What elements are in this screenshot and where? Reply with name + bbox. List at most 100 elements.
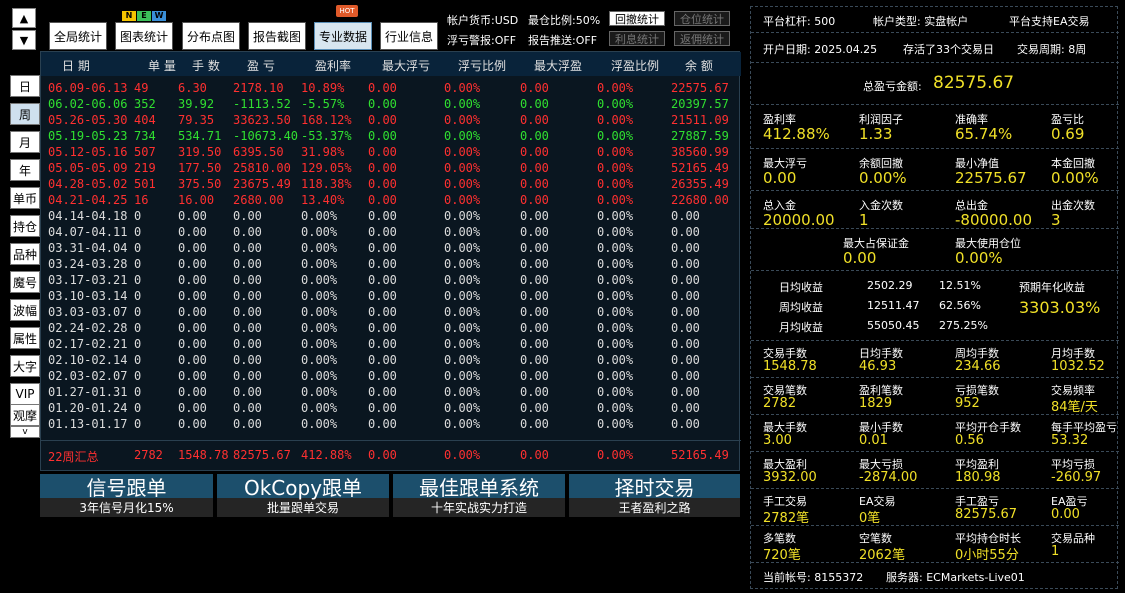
- nav-item-vip[interactable]: VIP: [10, 383, 40, 405]
- cell-date: 03.31-04.04: [48, 241, 128, 255]
- column-header-date[interactable]: 日 期: [62, 57, 90, 74]
- nav-item-observe[interactable]: 观摩: [10, 404, 40, 426]
- chart-stats-button[interactable]: 图表统计: [115, 22, 173, 50]
- nav-down-button[interactable]: ▼: [12, 30, 36, 50]
- nav-item-attributes[interactable]: 属性: [10, 327, 40, 349]
- table-row[interactable]: 03.03-03.07 0 0.00 0.00 0.00% 0.00 0.00% 0.00 0.…: [41, 305, 741, 321]
- table-row[interactable]: 02.24-02.28 0 0.00 0.00 0.00% 0.00 0.00% 0.00 0.…: [41, 321, 741, 337]
- promo-best-copy-system[interactable]: 最佳跟单系统 十年实战实力打造: [393, 474, 565, 517]
- nav-more-button[interactable]: v: [10, 426, 40, 438]
- table-row[interactable]: 04.07-04.11 0 0.00 0.00 0.00% 0.00 0.00% 0.00 0.…: [41, 225, 741, 241]
- summary-max-drawdown: 0.00: [368, 448, 397, 462]
- distribution-button[interactable]: 分布点图: [182, 22, 240, 50]
- cell-max-float-profit: 0.00: [520, 209, 549, 223]
- nav-item-week[interactable]: 周: [10, 103, 40, 125]
- cell-max-drawdown: 0.00: [368, 161, 397, 175]
- cell-balance: 22680.00: [671, 193, 729, 207]
- nav-item-holdings[interactable]: 持仓: [10, 215, 40, 237]
- cell-max-drawdown: 0.00: [368, 417, 397, 431]
- weekly-stats-table: 日 期 单 量手 数 盈 亏 盈利率 最大浮亏 浮亏比例 最大浮盈 浮盈比例 余 额 06.09…: [40, 51, 741, 471]
- cell-max-float-profit: 0.00: [520, 81, 549, 95]
- table-row[interactable]: 05.12-05.16 507 319.50 6395.50 31.98% 0.00 0.0…: [41, 145, 741, 161]
- rebate-stats-button[interactable]: 返佣统计: [674, 31, 730, 46]
- table-row[interactable]: 01.20-01.24 0 0.00 0.00 0.00% 0.00 0.00% 0.00 0.…: [41, 401, 741, 417]
- table-row[interactable]: 04.21-04.25 16 16.00 2680.00 13.40% 0.00 0.00%…: [41, 193, 741, 209]
- table-row[interactable]: 03.17-03.21 0 0.00 0.00 0.00% 0.00 0.00% 0.00 0.…: [41, 273, 741, 289]
- stat-value: -80000.00: [955, 211, 1032, 229]
- cell-date: 05.26-05.30: [48, 113, 128, 127]
- nav-item-day[interactable]: 日: [10, 75, 40, 97]
- cell-float-profit-ratio: 0.00%: [597, 305, 634, 319]
- column-header-float-profit-ratio[interactable]: 浮盈比例: [611, 57, 659, 74]
- position-stats-button[interactable]: 仓位统计: [674, 11, 730, 26]
- global-stats-button[interactable]: 全局统计: [49, 22, 107, 50]
- promo-timing-trade[interactable]: 择时交易 王者盈利之路: [569, 474, 740, 517]
- drawdown-stats-button[interactable]: 回撤统计: [609, 11, 665, 26]
- cell-balance: 0.00: [671, 257, 700, 271]
- nav-item-year[interactable]: 年: [10, 159, 40, 181]
- interest-stats-button[interactable]: 利息统计: [609, 31, 665, 46]
- cell-max-float-profit: 0.00: [520, 385, 549, 399]
- table-row[interactable]: 04.28-05.02 501 375.50 23675.49 118.38% 0.00 0…: [41, 177, 741, 193]
- stat-value: 0小时55分: [955, 548, 1019, 563]
- cell-lots: 0.00: [178, 225, 207, 239]
- cell-drawdown-ratio: 0.00%: [444, 289, 481, 303]
- column-header-drawdown-ratio[interactable]: 浮亏比例: [458, 57, 506, 74]
- cell-float-profit-ratio: 0.00%: [597, 113, 634, 127]
- alive-days-label: 存活了33个交易日: [903, 43, 994, 56]
- column-header-profit-rate[interactable]: 盈利率: [315, 57, 351, 74]
- column-header-max-drawdown[interactable]: 最大浮亏: [382, 57, 430, 74]
- table-row[interactable]: 02.17-02.21 0 0.00 0.00 0.00% 0.00 0.00% 0.00 0.…: [41, 337, 741, 353]
- cell-drawdown-ratio: 0.00%: [444, 225, 481, 239]
- cell-orders: 0: [134, 417, 142, 431]
- cell-orders: 0: [134, 273, 142, 287]
- cell-drawdown-ratio: 0.00%: [444, 177, 481, 191]
- cell-lots: 0.00: [178, 321, 207, 335]
- table-row[interactable]: 01.27-01.31 0 0.00 0.00 0.00% 0.00 0.00% 0.00 0.…: [41, 385, 741, 401]
- column-header-profit-loss[interactable]: 盈 亏: [247, 57, 275, 74]
- cell-profit-loss: 6395.50: [233, 145, 284, 159]
- promo-title: OkCopy跟单: [217, 474, 389, 500]
- nav-up-button[interactable]: ▲: [12, 8, 36, 28]
- table-row[interactable]: 02.10-02.14 0 0.00 0.00 0.00% 0.00 0.00% 0.00 0.…: [41, 353, 741, 369]
- stat-value: 1032.52: [1051, 359, 1105, 374]
- table-row[interactable]: 05.19-05.23 734 534.71 -10673.40 -53.37% 0.00…: [41, 129, 741, 145]
- cell-max-float-profit: 0.00: [520, 257, 549, 271]
- nav-item-large-font[interactable]: 大字: [10, 355, 40, 377]
- nav-item-month[interactable]: 月: [10, 131, 40, 153]
- column-header-orders[interactable]: 单 量: [148, 57, 176, 74]
- report-screenshot-button[interactable]: 报告截图: [248, 22, 306, 50]
- income-label: 月均收益: [779, 321, 823, 334]
- column-header-max-float-profit[interactable]: 最大浮盈: [534, 57, 582, 74]
- table-row[interactable]: 03.24-03.28 0 0.00 0.00 0.00% 0.00 0.00% 0.00 0.…: [41, 257, 741, 273]
- promo-signal-copy[interactable]: 信号跟单 3年信号月化15%: [40, 474, 213, 517]
- cell-max-drawdown: 0.00: [368, 81, 397, 95]
- nav-item-magic[interactable]: 魔号: [10, 271, 40, 293]
- cell-profit-rate: 0.00%: [301, 321, 338, 335]
- table-row[interactable]: 02.03-02.07 0 0.00 0.00 0.00% 0.00 0.00% 0.00 0.…: [41, 369, 741, 385]
- column-header-balance[interactable]: 余 额: [685, 57, 713, 74]
- nav-item-volatility[interactable]: 波幅: [10, 299, 40, 321]
- nav-item-single-currency[interactable]: 单币: [10, 187, 40, 209]
- table-row[interactable]: 01.13-01.17 0 0.00 0.00 0.00% 0.00 0.00% 0.00 0.…: [41, 417, 741, 433]
- table-row[interactable]: 04.14-04.18 0 0.00 0.00 0.00% 0.00 0.00% 0.00 0.…: [41, 209, 741, 225]
- cell-drawdown-ratio: 0.00%: [444, 161, 481, 175]
- table-row[interactable]: 06.02-06.06 352 39.92 -1113.52 -5.57% 0.00 0.0…: [41, 97, 741, 113]
- pro-data-button[interactable]: 专业数据: [314, 22, 372, 50]
- column-header-lots[interactable]: 手 数: [192, 57, 220, 74]
- table-row[interactable]: 05.26-05.30 404 79.35 33623.50 168.12% 0.00 0.…: [41, 113, 741, 129]
- table-row[interactable]: 05.05-05.09 219 177.50 25810.00 129.05% 0.00 0…: [41, 161, 741, 177]
- table-row[interactable]: 03.31-04.04 0 0.00 0.00 0.00% 0.00 0.00% 0.00 0.…: [41, 241, 741, 257]
- cell-orders: 0: [134, 401, 142, 415]
- stats-group: 最大浮亏 0.00 余额回撤 0.00% 最小净值 22575.67 本金回撤 0.00%: [751, 149, 1119, 191]
- stat-value: 0.00%: [859, 169, 907, 187]
- industry-info-button[interactable]: 行业信息: [380, 22, 438, 50]
- cell-lots: 0.00: [178, 209, 207, 223]
- table-row[interactable]: 03.10-03.14 0 0.00 0.00 0.00% 0.00 0.00% 0.00 0.…: [41, 289, 741, 305]
- stats-group: 最大手数 3.00 最小手数 0.01 平均开仓手数 0.56 每手平均盈亏 53.32: [751, 415, 1119, 452]
- promo-okcopy[interactable]: OkCopy跟单 批量跟单交易: [217, 474, 389, 517]
- nav-item-symbols[interactable]: 品种: [10, 243, 40, 265]
- stat-value: 3.00: [763, 433, 792, 448]
- summary-row: 22周汇总 2782 1548.78 82575.67 412.88% 0.00 0.00%…: [41, 440, 741, 470]
- table-row[interactable]: 06.09-06.13 49 6.30 2178.10 10.89% 0.00 0.00% 0…: [41, 81, 741, 97]
